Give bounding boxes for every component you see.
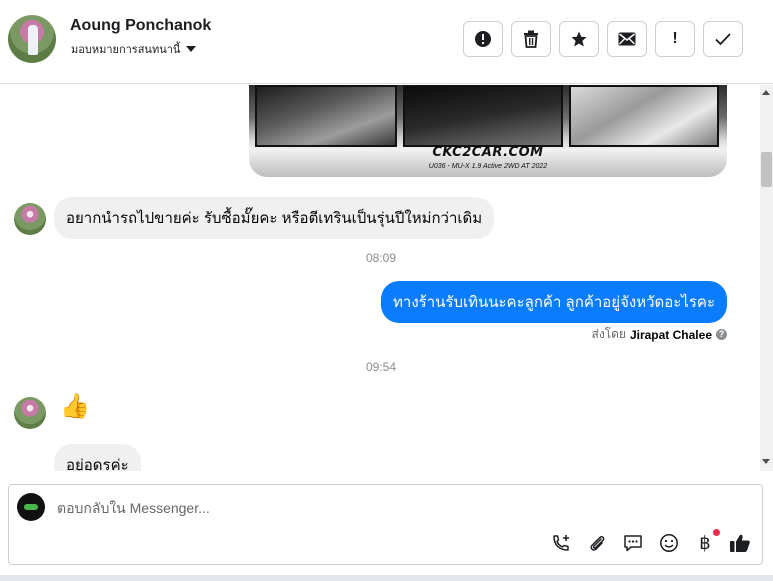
emoji-button[interactable] bbox=[657, 531, 681, 555]
baht-payment-icon: ฿ bbox=[699, 532, 711, 553]
scrollbar[interactable] bbox=[760, 85, 773, 471]
outgoing-message[interactable]: ทางร้านรับเทินนะคะลูกค้า ลูกค้าอยู่จังหว… bbox=[381, 281, 727, 323]
messenger-inbox-thread: Aoung Ponchanok มอบหมายการสนทนานี้ ! CKC… bbox=[0, 0, 773, 581]
scroll-up-arrow-icon[interactable] bbox=[762, 90, 770, 95]
saved-replies-button[interactable] bbox=[621, 531, 645, 555]
sender-avatar bbox=[14, 203, 46, 235]
add-call-icon bbox=[553, 535, 569, 551]
delete-button[interactable] bbox=[511, 21, 551, 57]
star-icon bbox=[571, 31, 587, 47]
car-photo-brand: CKC2CAR.COM bbox=[432, 145, 544, 160]
attachment-icon bbox=[590, 536, 605, 551]
incoming-message[interactable]: อยากนำรถไปขายค่ะ รับซื้อมั๊ยคะ หรือตีเทร… bbox=[54, 197, 495, 239]
add-call-button[interactable] bbox=[549, 531, 573, 555]
scroll-down-arrow-icon[interactable] bbox=[762, 459, 770, 464]
emoji-icon bbox=[660, 534, 678, 552]
like-sticker-message[interactable]: 👍 bbox=[60, 392, 90, 421]
exclamation-icon: ! bbox=[672, 30, 678, 47]
scrollbar-thumb[interactable] bbox=[761, 152, 772, 187]
sender-avatar bbox=[14, 397, 46, 429]
car-photo-model: U036 - MU-X 1.9 Active 2WD AT 2022 bbox=[428, 163, 548, 170]
car-photo-panel bbox=[403, 85, 563, 147]
timestamp: 08:09 bbox=[365, 251, 397, 265]
alert-circle-icon bbox=[475, 31, 491, 47]
send-like-button[interactable] bbox=[728, 531, 752, 555]
star-button[interactable] bbox=[559, 21, 599, 57]
help-icon[interactable]: ? bbox=[716, 329, 727, 340]
envelope-icon bbox=[618, 32, 636, 46]
incoming-message[interactable]: อยู่อุดรค่ะ bbox=[54, 444, 141, 471]
attachment-button[interactable] bbox=[585, 531, 609, 555]
contact-name[interactable]: Aoung Ponchanok bbox=[70, 17, 211, 35]
car-photo-panel bbox=[569, 85, 719, 147]
reply-input[interactable] bbox=[57, 497, 657, 519]
saved-reply-icon bbox=[624, 535, 642, 552]
sent-by-name[interactable]: Jirapat Chalee bbox=[630, 328, 712, 342]
sent-by-prefix: ส่งโดย bbox=[591, 327, 626, 341]
sent-by-label: ส่งโดย Jirapat Chalee ? bbox=[591, 325, 727, 344]
mark-done-button[interactable] bbox=[703, 21, 743, 57]
assign-label: มอบหมายการสนทนานี้ bbox=[71, 44, 181, 56]
car-photo-attachment[interactable]: CKC2CAR.COM U036 - MU-X 1.9 Active 2WD A… bbox=[249, 85, 727, 177]
car-photo-panel bbox=[255, 85, 397, 147]
caret-down-icon bbox=[186, 46, 197, 52]
timestamp: 09:54 bbox=[365, 360, 397, 374]
message-list[interactable]: CKC2CAR.COM U036 - MU-X 1.9 Active 2WD A… bbox=[0, 85, 773, 471]
trash-icon bbox=[524, 30, 538, 48]
conversation-header: Aoung Ponchanok มอบหมายการสนทนานี้ ! bbox=[0, 0, 773, 84]
notification-dot bbox=[713, 529, 720, 536]
page-avatar bbox=[17, 493, 45, 521]
report-spam-button[interactable] bbox=[463, 21, 503, 57]
mark-unread-button[interactable] bbox=[607, 21, 647, 57]
follow-up-button[interactable]: ! bbox=[655, 21, 695, 57]
contact-avatar[interactable] bbox=[8, 15, 56, 63]
checkmark-icon bbox=[715, 33, 731, 46]
like-icon bbox=[730, 534, 750, 552]
window-bottom-edge bbox=[0, 575, 773, 581]
assign-conversation-dropdown[interactable]: มอบหมายการสนทนานี้ bbox=[71, 40, 197, 58]
reply-composer: ฿ bbox=[8, 484, 763, 565]
